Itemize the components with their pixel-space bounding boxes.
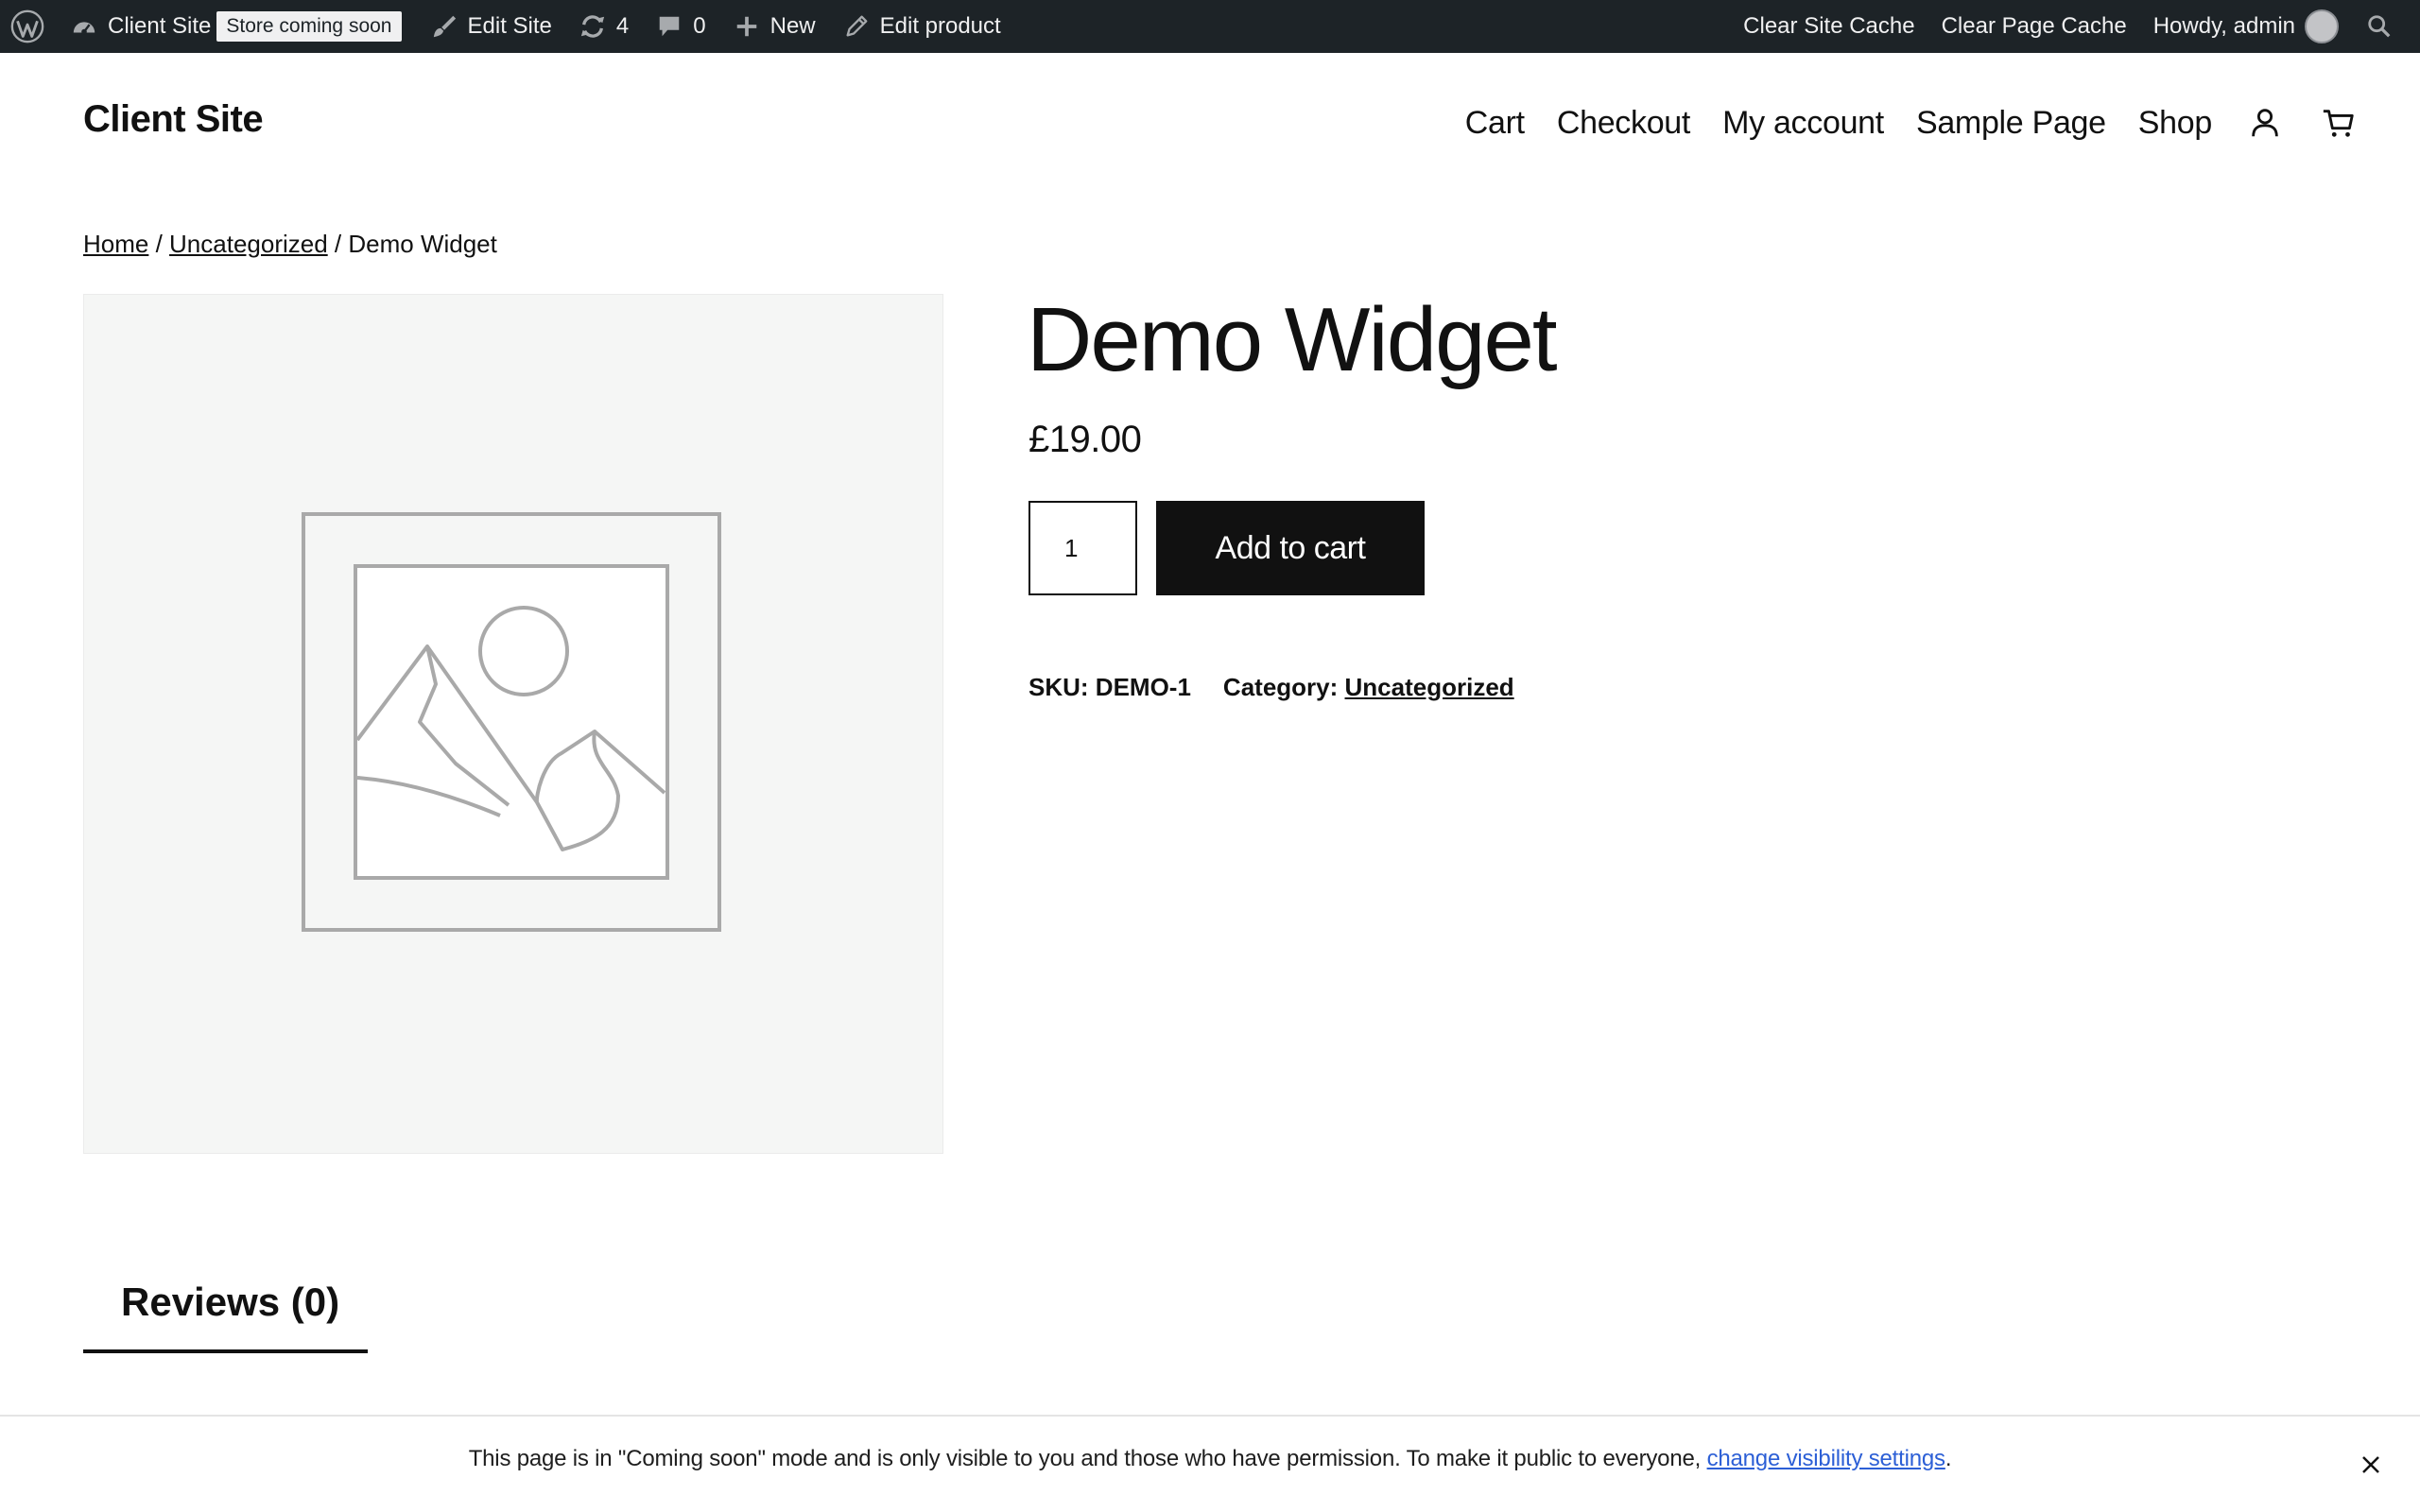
category-wrapper: Category: Uncategorized	[1223, 673, 1514, 702]
wp-logo-menu[interactable]	[0, 0, 57, 53]
updates-icon	[579, 12, 607, 41]
sku-label: SKU:	[1028, 673, 1089, 701]
product-title: Demo Widget	[1027, 289, 1558, 390]
product-price: £19.00	[1028, 419, 1142, 460]
sku-wrapper: SKU: DEMO-1	[1028, 673, 1191, 702]
breadcrumb: Home / Uncategorized / Demo Widget	[83, 230, 497, 259]
plus-icon	[733, 12, 761, 41]
notice-text: This page is in "Coming soon" mode and i…	[468, 1446, 1707, 1471]
admin-search-button[interactable]	[2352, 0, 2407, 53]
coming-soon-notice: This page is in "Coming soon" mode and i…	[0, 1446, 2420, 1472]
pencil-icon	[842, 12, 871, 41]
breadcrumb-separator: /	[148, 230, 170, 258]
clear-site-cache-link[interactable]: Clear Site Cache	[1730, 0, 1927, 53]
edit-site-link[interactable]: Edit Site	[417, 0, 565, 53]
breadcrumb-current: Demo Widget	[348, 230, 497, 258]
brush-icon	[430, 12, 458, 41]
breadcrumb-category[interactable]: Uncategorized	[169, 230, 328, 258]
notice-end: .	[1945, 1446, 1952, 1471]
clear-site-cache-label: Clear Site Cache	[1743, 13, 1915, 39]
admin-bar-right: Clear Site Cache Clear Page Cache Howdy,…	[1730, 0, 2420, 53]
quantity-input[interactable]	[1028, 501, 1137, 595]
edit-product-label: Edit product	[879, 13, 1001, 39]
updates-count: 4	[615, 13, 630, 39]
placeholder-image-icon	[302, 512, 721, 932]
cart-icon[interactable]	[2318, 102, 2360, 144]
nav-item-cart[interactable]: Cart	[1465, 105, 1525, 142]
breadcrumb-home[interactable]: Home	[83, 230, 148, 258]
sku-value: DEMO-1	[1095, 673, 1191, 701]
howdy-label: Howdy, admin	[2152, 13, 2295, 39]
product-meta: SKU: DEMO-1 Category: Uncategorized	[1028, 673, 1514, 702]
avatar	[2305, 9, 2339, 43]
site-name-label: Client Site	[108, 13, 212, 39]
admin-bar: Client Site Store coming soon Edit Site …	[0, 0, 2420, 53]
notice-close-button[interactable]	[2356, 1450, 2386, 1480]
search-icon	[2365, 12, 2394, 41]
comments-link[interactable]: 0	[642, 0, 718, 53]
change-visibility-link[interactable]: change visibility settings	[1707, 1446, 1945, 1471]
new-label: New	[769, 13, 816, 39]
breadcrumb-separator: /	[327, 230, 349, 258]
edit-site-label: Edit Site	[467, 13, 552, 39]
store-status-badge[interactable]: Store coming soon	[216, 11, 402, 42]
nav-item-shop[interactable]: Shop	[2138, 105, 2213, 142]
new-content-link[interactable]: New	[719, 0, 829, 53]
main-navigation: Cart Checkout My account Sample Page Sho…	[1465, 102, 2360, 144]
comment-icon	[655, 12, 683, 41]
account-icon[interactable]	[2244, 102, 2286, 144]
category-label: Category:	[1222, 673, 1339, 701]
notice-divider	[0, 1415, 2420, 1417]
close-icon	[2362, 1456, 2379, 1473]
nav-item-sample-page[interactable]: Sample Page	[1916, 105, 2106, 142]
site-title[interactable]: Client Site	[83, 98, 264, 141]
admin-bar-left: Client Site Store coming soon Edit Site …	[0, 0, 1014, 53]
category-link[interactable]: Uncategorized	[1345, 673, 1514, 701]
clear-page-cache-label: Clear Page Cache	[1941, 13, 2127, 39]
my-account-menu[interactable]: Howdy, admin	[2140, 0, 2352, 53]
product-image[interactable]	[83, 294, 943, 1154]
add-to-cart-button[interactable]: Add to cart	[1156, 501, 1425, 595]
comments-count: 0	[693, 13, 706, 39]
nav-item-checkout[interactable]: Checkout	[1557, 105, 1691, 142]
tab-reviews[interactable]: Reviews (0)	[83, 1266, 368, 1353]
edit-product-link[interactable]: Edit product	[829, 0, 1014, 53]
updates-link[interactable]: 4	[565, 0, 642, 53]
wordpress-logo-icon	[9, 9, 45, 44]
nav-item-my-account[interactable]: My account	[1722, 105, 1884, 142]
admin-bar-site-name[interactable]: Client Site Store coming soon	[57, 0, 417, 53]
dashboard-icon	[70, 12, 98, 41]
clear-page-cache-link[interactable]: Clear Page Cache	[1928, 0, 2140, 53]
